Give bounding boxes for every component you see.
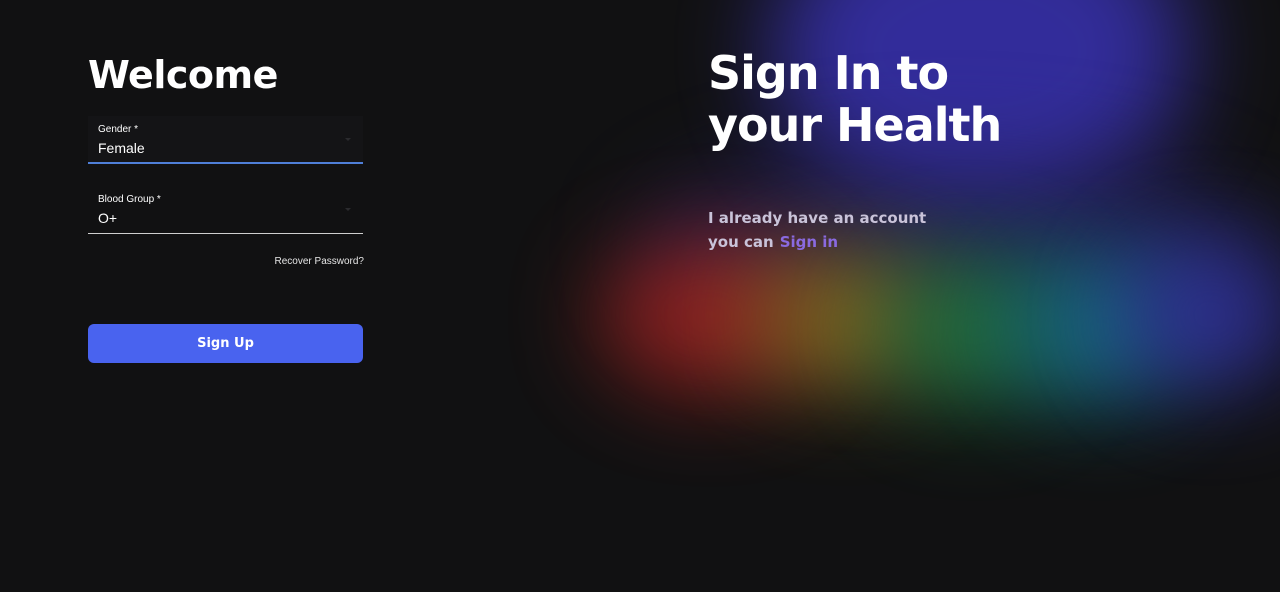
gender-select[interactable]: Gender * Female xyxy=(88,116,363,164)
sign-in-link[interactable]: Sign in xyxy=(780,233,838,251)
glow-background xyxy=(880,255,1070,405)
sign-up-button[interactable]: Sign Up xyxy=(88,324,363,363)
chevron-down-icon[interactable] xyxy=(345,208,351,211)
account-prompt-line: I already have an account xyxy=(708,209,927,227)
hero-title-line: your Health xyxy=(708,98,1002,152)
welcome-heading: Welcome xyxy=(88,53,278,97)
blood-group-label: Blood Group * xyxy=(98,194,161,205)
glow-background xyxy=(640,150,1260,360)
account-prompt-prefix: you can xyxy=(708,233,774,251)
gender-label: Gender * xyxy=(98,124,139,135)
page: Welcome Gender * Female Blood Group * O+… xyxy=(0,0,1280,592)
account-prompt: I already have an account you can Sign in xyxy=(708,206,926,254)
chevron-down-icon[interactable] xyxy=(345,138,351,141)
glow-background xyxy=(1120,240,1280,390)
blood-group-select[interactable]: Blood Group * O+ xyxy=(88,186,363,234)
glow-background xyxy=(750,250,940,390)
account-prompt-line: you can Sign in xyxy=(708,230,926,254)
gender-value: Female xyxy=(98,140,145,156)
hero-title: Sign In to your Health xyxy=(708,46,1002,152)
blood-group-value: O+ xyxy=(98,210,118,226)
glow-background xyxy=(600,240,820,390)
hero-title-line: Sign In to xyxy=(708,46,949,100)
recover-password-link[interactable]: Recover Password? xyxy=(275,256,364,268)
glow-background xyxy=(1010,255,1190,405)
